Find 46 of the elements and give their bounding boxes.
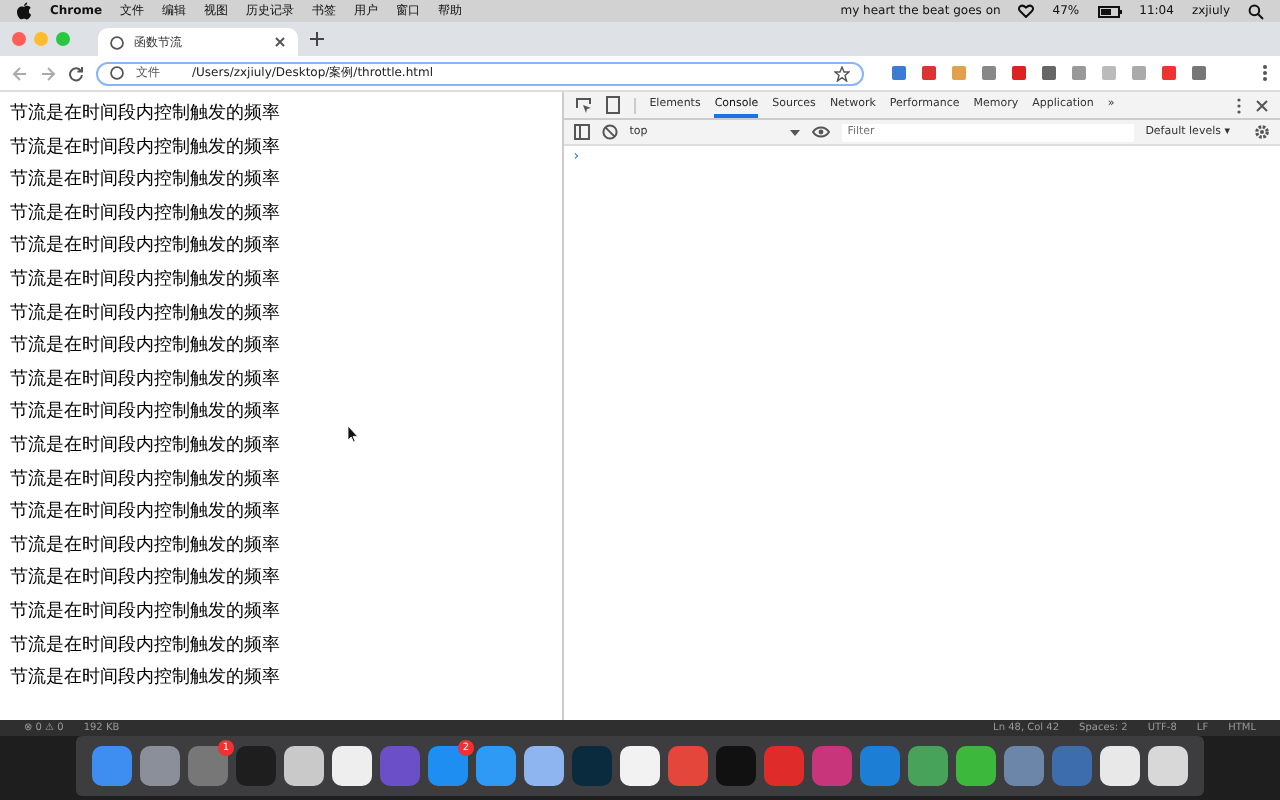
clear-console-icon[interactable] — [601, 124, 618, 140]
text-line: 节流是在时间段内控制触发的频率 — [10, 271, 282, 290]
forward-icon[interactable] — [40, 65, 56, 81]
text-line: 节流是在时间段内控制触发的频率 — [10, 471, 282, 490]
text-line: 节流是在时间段内控制触发的频率 — [10, 404, 282, 423]
mouse-cursor-icon — [348, 426, 358, 442]
text-line: 节流是在时间段内控制触发的频率 — [10, 305, 282, 324]
new-tab-icon[interactable] — [310, 32, 324, 46]
settings-icon[interactable] — [1254, 124, 1270, 140]
text-line: 节流是在时间段内控制触发的频率 — [10, 504, 282, 523]
eye-icon[interactable] — [811, 126, 830, 138]
search-icon[interactable] — [1248, 3, 1264, 19]
apple-icon[interactable] — [16, 2, 32, 20]
app-icon[interactable] — [524, 746, 564, 786]
app-icon[interactable] — [1148, 746, 1188, 786]
text-line: 节流是在时间段内控制触发的频率 — [10, 238, 282, 257]
text-line: 节流是在时间段内控制触发的频率 — [10, 106, 282, 124]
back-icon[interactable] — [12, 65, 28, 81]
heart-icon[interactable] — [1018, 4, 1035, 18]
text-line: 节流是在时间段内控制触发的频率 — [10, 537, 282, 556]
app-icon[interactable] — [956, 746, 996, 786]
text-line: 节流是在时间段内控制触发的频率 — [10, 670, 282, 689]
app-icon[interactable] — [332, 746, 372, 786]
menu-icon[interactable] — [1262, 64, 1268, 82]
inspect-icon[interactable] — [575, 97, 592, 113]
close-icon[interactable] — [1256, 99, 1268, 111]
sidebar-icon[interactable] — [573, 124, 590, 140]
kebab-menu-icon[interactable] — [1236, 97, 1242, 113]
text-line: 节流是在时间段内控制触发的频率 — [10, 371, 282, 390]
text-line: 节流是在时间段内控制触发的频率 — [10, 637, 282, 655]
close-window-icon[interactable] — [12, 32, 26, 46]
app-icon[interactable] — [1100, 746, 1140, 786]
text-line: 节流是在时间段内控制触发的频率 — [10, 437, 282, 456]
close-tab-icon[interactable] — [274, 36, 286, 48]
text-line: 节流是在时间段内控制触发的频率 — [10, 172, 282, 191]
app-icon[interactable] — [620, 746, 660, 786]
text-line: 节流是在时间段内控制触发的频率 — [10, 570, 282, 589]
caret-icon — [789, 129, 800, 135]
text-line: 节流是在时间段内控制触发的频率 — [10, 603, 282, 622]
device-icon[interactable] — [605, 96, 620, 114]
text-line: 节流是在时间段内控制触发的频率 — [10, 205, 282, 224]
text-line: 节流是在时间段内控制触发的频率 — [10, 338, 282, 357]
reload-icon[interactable] — [68, 65, 84, 81]
battery-icon[interactable] — [1097, 5, 1122, 17]
app-icon[interactable] — [284, 746, 324, 786]
text-line: 节流是在时间段内控制触发的频率 — [10, 139, 282, 158]
